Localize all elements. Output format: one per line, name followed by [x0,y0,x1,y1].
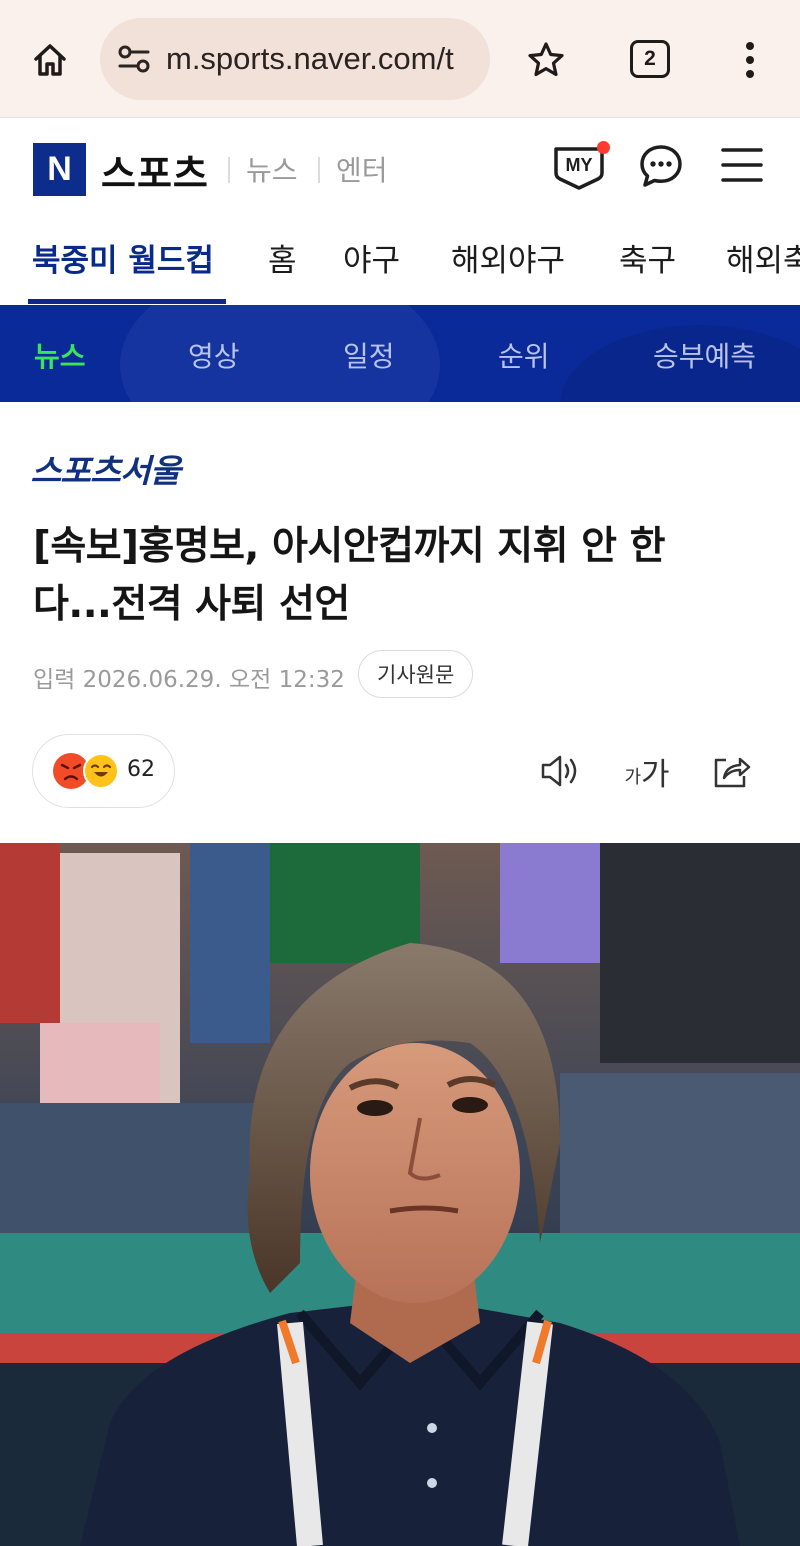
subnav-prediction[interactable]: 승부예측 [653,335,756,375]
nav-item-soccer[interactable]: 축구 [619,235,676,280]
article-title-line-2: 다...전격 사퇴 선언 [33,582,350,627]
notification-dot [597,141,610,154]
star-icon[interactable] [520,34,572,86]
naver-logo[interactable]: N [33,143,86,196]
share-icon[interactable] [708,748,754,794]
article-title: [속보]홍명보, 아시안컵까지 지휘 안 한 다...전격 사퇴 선언 [33,518,773,634]
subnav-ranking[interactable]: 순위 [498,335,550,375]
reaction-count: 62 [127,757,155,782]
url-text: m.sports.naver.com/t [166,41,454,76]
chat-icon[interactable] [638,143,684,189]
nav-item-overseas-baseball[interactable]: 해외야구 [451,235,565,280]
font-size-icon[interactable]: 가가 [620,748,674,794]
header-link-enter[interactable]: 엔터 [336,149,388,189]
address-bar[interactable]: m.sports.naver.com/t [100,18,490,100]
font-size-large-label: 가 [641,756,670,793]
more-vert-icon[interactable] [728,34,772,86]
active-tab-indicator [28,299,226,304]
press-logo[interactable]: 스포츠서울 [30,446,180,492]
nav-item-baseball[interactable]: 야구 [343,235,400,280]
press-name: 스포츠서울 [30,452,180,490]
nav-item-home[interactable]: 홈 [268,235,297,280]
divider [318,157,320,183]
nav-item-overseas-soccer[interactable]: 해외축 [726,235,800,280]
header-link-news[interactable]: 뉴스 [246,149,298,189]
nav-item-worldcup[interactable]: 북중미 월드컵 [32,235,214,280]
my-label: MY [566,155,593,175]
font-size-small-label: 가 [624,767,642,788]
speaker-icon[interactable] [538,748,584,794]
divider [228,157,230,183]
article-title-line-1: [속보]홍명보, 아시안컵까지 지휘 안 한 [33,524,665,569]
site-header: N 스포츠 뉴스 엔터 MY [0,119,800,215]
article-photo [0,843,800,1546]
original-article-button[interactable]: 기사원문 [358,650,474,698]
laugh-emoji-icon [83,753,119,789]
menu-icon[interactable] [720,145,764,185]
subnav-news[interactable]: 뉴스 [34,335,86,375]
tabs-icon[interactable]: 2 [630,40,670,78]
subnav-video[interactable]: 영상 [188,335,240,375]
main-category-nav: 북중미 월드컵 홈 야구 해외야구 축구 해외축 [0,215,800,305]
article-photo-image [0,843,800,1546]
browser-toolbar: m.sports.naver.com/t 2 [0,0,800,118]
article-date: 입력 2026.06.29. 오전 12:32 [33,667,345,693]
site-settings-icon[interactable] [114,39,154,79]
sub-nav: 뉴스 영상 일정 순위 승부예측 [0,305,800,402]
reaction-button[interactable]: 62 [32,734,175,808]
section-title[interactable]: 스포츠 [101,143,209,198]
home-icon[interactable] [24,34,76,86]
subnav-schedule[interactable]: 일정 [343,335,395,375]
